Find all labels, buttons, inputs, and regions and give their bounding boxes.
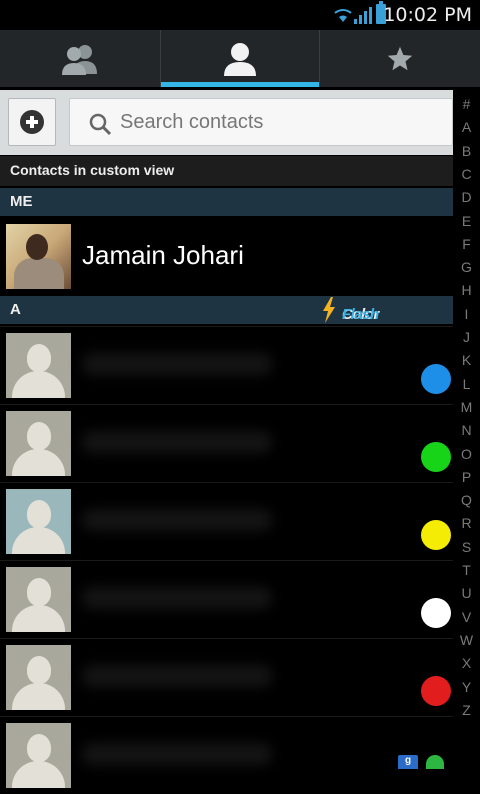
contact-icon (224, 42, 256, 76)
blurred-name (82, 665, 272, 687)
tab-favorites[interactable] (320, 30, 480, 87)
blurred-name (82, 509, 272, 531)
custom-view-label: Contacts in custom view (10, 162, 175, 178)
alphabet-letter[interactable]: E (453, 213, 480, 229)
alphabet-letter[interactable]: X (453, 655, 480, 671)
color-flash-dot (421, 598, 451, 628)
lightning-icon (323, 297, 335, 323)
alphabet-letter[interactable]: O (453, 446, 480, 462)
alphabet-letter[interactable]: Z (453, 702, 480, 718)
alphabet-letter[interactable]: H (453, 282, 480, 298)
section-header-me: ME (0, 188, 453, 216)
alphabet-letter[interactable]: A (453, 119, 480, 135)
list-item[interactable] (0, 326, 453, 404)
contact-name: Jamain Johari (82, 240, 244, 270)
color-flash-dot (421, 676, 451, 706)
alphabet-letter[interactable]: K (453, 352, 480, 368)
add-icon (20, 110, 44, 134)
avatar (6, 645, 71, 710)
color-flash-dot (421, 364, 451, 394)
section-label: A (10, 301, 21, 318)
alphabet-index[interactable]: # A B C D E F G H I J K L M N O P Q R S T U V W X Y Z (453, 90, 480, 750)
alphabet-letter[interactable]: V (453, 609, 480, 625)
colorflash-logo: Color Flash (322, 296, 379, 324)
wifi-icon (334, 9, 352, 22)
google-plus-icon: g (398, 755, 418, 769)
alphabet-letter[interactable]: G (453, 259, 480, 275)
avatar (6, 224, 71, 289)
whatsapp-icon (426, 755, 444, 769)
avatar (6, 411, 71, 476)
search-row: Search contacts (0, 90, 453, 155)
alphabet-letter[interactable]: B (453, 143, 480, 159)
color-flash-dot (421, 520, 451, 550)
tab-contacts[interactable] (160, 30, 320, 87)
list-item[interactable] (0, 404, 453, 482)
list-item[interactable] (0, 482, 453, 560)
blurred-name (82, 743, 272, 765)
list-item[interactable] (0, 716, 453, 794)
search-input[interactable]: Search contacts (69, 98, 453, 146)
alphabet-letter[interactable]: R (453, 515, 480, 531)
color-flash-dot (421, 442, 451, 472)
groups-icon (62, 44, 97, 75)
avatar (6, 489, 71, 554)
alphabet-letter[interactable]: Y (453, 679, 480, 695)
blurred-name (82, 353, 272, 375)
list-item[interactable] (0, 638, 453, 716)
alphabet-letter[interactable]: # (453, 96, 480, 112)
status-bar: 10:02 PM (0, 0, 480, 30)
search-icon (89, 113, 112, 136)
blurred-name (82, 587, 272, 609)
alphabet-letter[interactable]: F (453, 236, 480, 252)
clock: 10:02 PM (383, 4, 472, 26)
signal-icon (354, 7, 372, 24)
alphabet-letter[interactable]: I (453, 306, 480, 322)
add-contact-button[interactable] (8, 98, 56, 146)
alphabet-letter[interactable]: M (453, 399, 480, 415)
alphabet-letter[interactable]: U (453, 585, 480, 601)
avatar (6, 567, 71, 632)
list-item[interactable] (0, 560, 453, 638)
blurred-name (82, 431, 272, 453)
avatar (6, 723, 71, 788)
favorites-star-icon (387, 46, 413, 70)
alphabet-letter[interactable]: C (453, 166, 480, 182)
alphabet-letter[interactable]: D (453, 189, 480, 205)
me-contact-row[interactable]: Jamain Johari (0, 218, 453, 296)
section-header-a: A Color Flash (0, 296, 453, 324)
alphabet-letter[interactable]: S (453, 539, 480, 555)
section-label: ME (10, 193, 33, 210)
alphabet-letter[interactable]: N (453, 422, 480, 438)
alphabet-letter[interactable]: J (453, 329, 480, 345)
tab-bar (0, 30, 480, 87)
alphabet-letter[interactable]: L (453, 376, 480, 392)
search-placeholder: Search contacts (120, 111, 264, 133)
avatar (6, 333, 71, 398)
alphabet-letter[interactable]: T (453, 562, 480, 578)
alphabet-letter[interactable]: P (453, 469, 480, 485)
tab-groups[interactable] (0, 30, 160, 87)
custom-view-header: Contacts in custom view (0, 156, 453, 186)
alphabet-letter[interactable]: Q (453, 492, 480, 508)
alphabet-letter[interactable]: W (453, 632, 480, 648)
